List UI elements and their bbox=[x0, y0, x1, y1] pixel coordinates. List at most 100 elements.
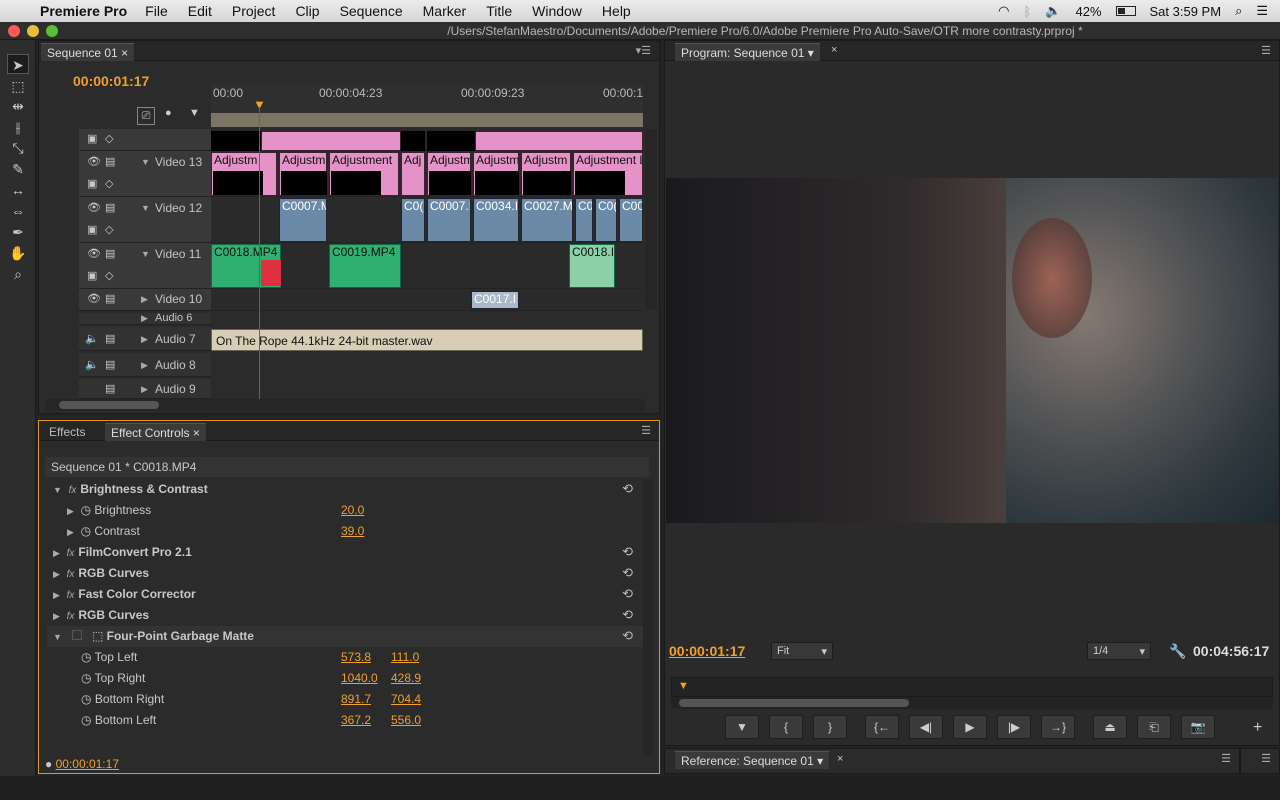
track-select-tool-icon[interactable]: ⬚ bbox=[7, 76, 29, 96]
toggle-sync-lock-icon[interactable]: ▣ bbox=[87, 132, 97, 145]
contrast-value[interactable]: 39.0 bbox=[341, 524, 364, 538]
expand-track-icon[interactable]: ▼ bbox=[141, 203, 150, 213]
toggle-display-icon[interactable]: ▣ bbox=[87, 177, 97, 190]
effect-rgb-curves-2[interactable]: ▶ fx RGB Curves ⟲ bbox=[47, 605, 643, 626]
clip-video[interactable]: C0( bbox=[401, 198, 425, 242]
expand-triangle-icon[interactable]: ▶ bbox=[67, 527, 74, 537]
bluetooth-icon[interactable]: ᛒ bbox=[1023, 4, 1031, 19]
expand-triangle-icon[interactable]: ▶ bbox=[53, 590, 60, 600]
top-right-y[interactable]: 428.9 bbox=[391, 671, 421, 685]
bottom-right-y[interactable]: 704.4 bbox=[391, 692, 421, 706]
clip-video[interactable]: C0( bbox=[575, 198, 593, 242]
panel-menu-icon[interactable]: ☰ bbox=[641, 424, 651, 437]
playhead-handle-icon[interactable]: ▼ bbox=[678, 680, 689, 692]
panel-menu-icon[interactable]: ☰ bbox=[1261, 752, 1271, 765]
fx-icon[interactable]: fx bbox=[67, 611, 75, 622]
clip-black[interactable] bbox=[211, 131, 261, 151]
ripple-edit-tool-icon[interactable]: ⇹ bbox=[7, 96, 29, 116]
track-header-v10[interactable]: 👁 ▤ ▶ Video 10 bbox=[79, 289, 211, 311]
clip-video[interactable]: C00 bbox=[619, 198, 643, 242]
tab-effects[interactable]: Effects bbox=[43, 423, 91, 441]
clip-video[interactable]: C0034.I bbox=[473, 198, 519, 242]
panel-menu-icon[interactable]: ☰ bbox=[1261, 44, 1271, 57]
sync-lock-icon[interactable]: ▤ bbox=[105, 332, 115, 345]
reset-icon[interactable]: ⟲ bbox=[622, 607, 633, 623]
close-tab-icon[interactable]: × bbox=[121, 46, 128, 60]
button-editor-plus-icon[interactable]: + bbox=[1253, 719, 1262, 737]
track-header-a6[interactable]: ▶ Audio 6 bbox=[79, 312, 211, 325]
selection-tool-icon[interactable]: ➤ bbox=[7, 54, 29, 74]
menu-edit[interactable]: Edit bbox=[188, 3, 212, 19]
effect-brightness-contrast[interactable]: ▼ fx Brightness & Contrast ⟲ bbox=[47, 479, 643, 500]
collapse-track-icon[interactable]: ▶ bbox=[141, 334, 148, 345]
timeline-h-scroll-thumb[interactable] bbox=[59, 401, 159, 409]
menu-help[interactable]: Help bbox=[602, 3, 631, 19]
menu-window[interactable]: Window bbox=[532, 3, 582, 19]
playback-resolution-select[interactable]: 1/4 ▾ bbox=[1087, 642, 1151, 660]
zoom-level-select[interactable]: Fit ▾ bbox=[771, 642, 833, 660]
mark-out-button[interactable]: } bbox=[813, 715, 847, 739]
fx-icon[interactable]: fx bbox=[67, 590, 75, 601]
eye-icon[interactable]: 👁 bbox=[87, 201, 101, 214]
clip-video[interactable]: C0007.M bbox=[279, 198, 327, 242]
track-header-v14[interactable]: ▣ ◇ bbox=[79, 129, 211, 151]
toggle-display-icon[interactable]: ▣ bbox=[87, 269, 97, 282]
eye-icon[interactable]: 👁 bbox=[87, 247, 101, 260]
reset-icon[interactable]: ⟲ bbox=[622, 544, 633, 560]
go-to-out-button[interactable]: →} bbox=[1041, 715, 1075, 739]
fx-icon[interactable]: fx bbox=[67, 569, 75, 580]
panel-menu-icon[interactable]: ☰ bbox=[1221, 752, 1231, 765]
effect-controls-scrollbar[interactable] bbox=[643, 479, 653, 755]
close-tab-icon[interactable]: × bbox=[837, 753, 843, 765]
menu-title[interactable]: Title bbox=[486, 3, 512, 19]
sync-lock-icon[interactable]: ▤ bbox=[105, 247, 115, 260]
work-area-bar[interactable] bbox=[211, 113, 643, 127]
keyframe-icon[interactable]: ◇ bbox=[105, 177, 113, 190]
program-zoom-scroll[interactable] bbox=[671, 697, 1273, 709]
program-zoom-thumb[interactable] bbox=[679, 699, 909, 707]
sync-lock-icon[interactable]: ▤ bbox=[105, 358, 115, 371]
wifi-icon[interactable]: ◠ bbox=[998, 3, 1009, 19]
step-back-button[interactable]: ◀| bbox=[909, 715, 943, 739]
collapse-track-icon[interactable]: ▶ bbox=[141, 294, 148, 305]
linked-selection-icon[interactable]: ● bbox=[165, 107, 172, 119]
tab-sequence-01[interactable]: Sequence 01 × bbox=[41, 43, 135, 61]
menu-app-name[interactable]: Premiere Pro bbox=[40, 3, 127, 19]
marker-icon[interactable]: ● bbox=[45, 757, 52, 771]
menu-clip[interactable]: Clip bbox=[295, 3, 319, 19]
stopwatch-icon[interactable]: ◷ bbox=[81, 503, 91, 517]
clip-c0018-second[interactable]: C0018.I bbox=[569, 244, 615, 288]
clip-video[interactable]: C0007.I bbox=[427, 198, 471, 242]
sync-lock-icon[interactable]: ▤ bbox=[105, 292, 115, 305]
stopwatch-icon[interactable]: ◷ bbox=[81, 713, 91, 727]
sync-lock-icon[interactable]: ▤ bbox=[105, 201, 115, 214]
playhead-line[interactable] bbox=[259, 107, 260, 399]
collapse-track-icon[interactable]: ▶ bbox=[141, 360, 148, 371]
zoom-tool-icon[interactable]: ⌕ bbox=[7, 264, 29, 284]
sync-lock-icon[interactable]: ▤ bbox=[105, 382, 115, 395]
play-button[interactable]: ▶ bbox=[953, 715, 987, 739]
collapse-track-icon[interactable]: ▶ bbox=[141, 313, 148, 324]
eye-icon[interactable]: 👁 bbox=[87, 155, 101, 168]
expand-track-icon[interactable]: ▼ bbox=[141, 157, 150, 167]
dropdown-icon[interactable]: ▾ bbox=[808, 46, 814, 60]
clip-video[interactable]: C0027.M bbox=[521, 198, 573, 242]
timeline-h-scroll-track[interactable] bbox=[45, 399, 645, 411]
expand-triangle-icon[interactable]: ▼ bbox=[53, 632, 62, 642]
settings-wrench-icon[interactable]: 🔧 bbox=[1169, 643, 1186, 660]
keyframe-icon[interactable]: ◇ bbox=[105, 223, 113, 236]
volume-icon[interactable]: 🔈 bbox=[1045, 3, 1061, 19]
fx-icon[interactable]: fx bbox=[67, 548, 75, 559]
speaker-icon[interactable]: 🔈 bbox=[85, 358, 99, 371]
expand-track-icon[interactable]: ▼ bbox=[141, 249, 150, 259]
expand-triangle-icon[interactable]: ▼ bbox=[53, 485, 62, 495]
reset-icon[interactable]: ⟲ bbox=[622, 565, 633, 581]
speaker-icon[interactable]: 🔈 bbox=[85, 332, 99, 345]
add-marker-button[interactable]: ▼ bbox=[725, 715, 759, 739]
menu-file[interactable]: File bbox=[145, 3, 168, 19]
clip-adjustment[interactable] bbox=[261, 131, 401, 151]
add-marker-icon[interactable]: ▼ bbox=[189, 107, 200, 119]
mark-in-button[interactable]: { bbox=[769, 715, 803, 739]
clip-video[interactable]: C0( bbox=[595, 198, 617, 242]
sync-lock-icon[interactable]: ▤ bbox=[105, 155, 115, 168]
